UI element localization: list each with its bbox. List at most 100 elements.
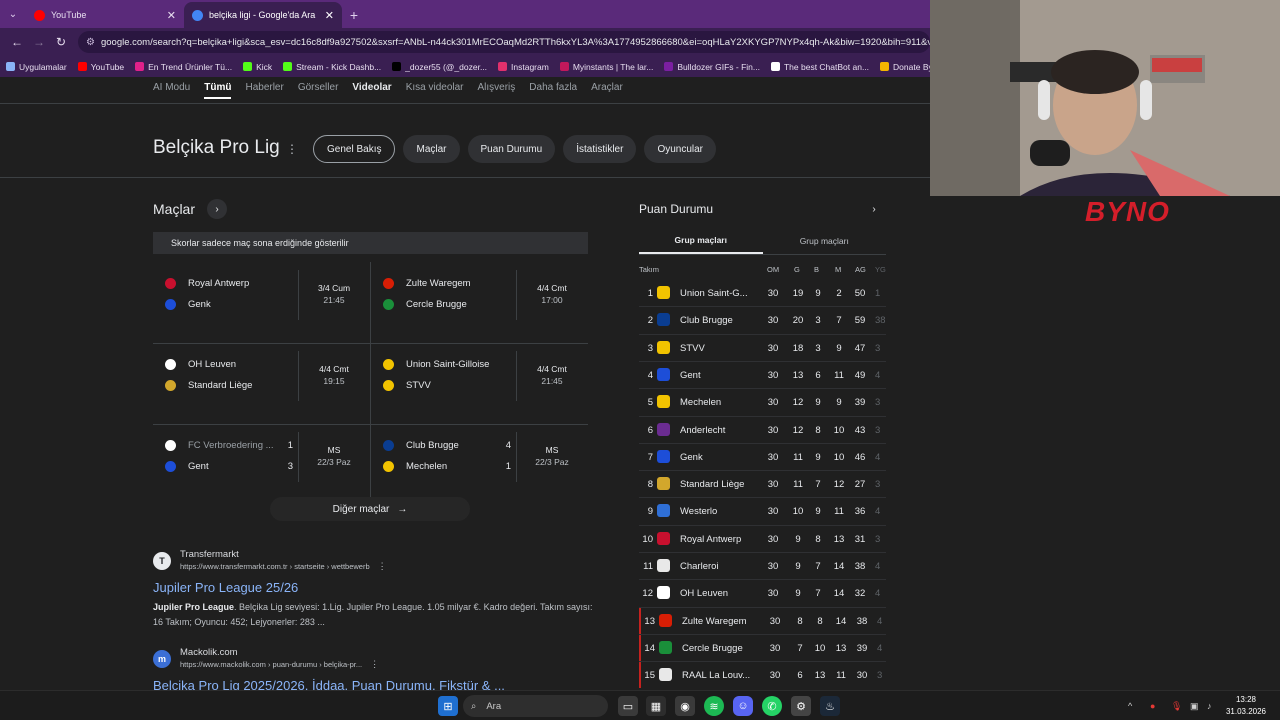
match-card[interactable]: Zulte Waregem Cercle Brugge 4/4 Cmt 17:00 bbox=[371, 262, 588, 343]
windows-start-icon[interactable]: ⊞ bbox=[438, 696, 458, 716]
stat-m: 11 bbox=[836, 670, 846, 682]
standings-row[interactable]: 2 Club Brugge 30 20 3 7 59 38 bbox=[639, 306, 886, 333]
back-icon[interactable]: ← bbox=[6, 31, 28, 53]
search-nav-item[interactable]: Daha fazla bbox=[529, 82, 577, 99]
standings-row[interactable]: 3 STVV 30 18 3 9 47 3 bbox=[639, 334, 886, 361]
search-nav-item[interactable]: Tümü bbox=[204, 82, 232, 99]
standings-row[interactable]: 7 Genk 30 11 9 10 46 4 bbox=[639, 443, 886, 470]
bookmark-item[interactable]: En Trend Ürünler Tü... bbox=[135, 62, 232, 72]
chevron-up-icon[interactable]: ^ bbox=[1128, 701, 1132, 711]
result-site[interactable]: T Transfermarkt https://www.transfermark… bbox=[153, 549, 593, 572]
settings-icon[interactable]: ⚙ bbox=[791, 696, 811, 716]
antivirus-icon[interactable]: ● bbox=[1150, 701, 1155, 711]
bookmark-item[interactable]: _dozer55 (@_dozer... bbox=[392, 62, 487, 72]
search-nav-item[interactable]: Alışveriş bbox=[478, 82, 516, 99]
close-icon[interactable]: ✕ bbox=[325, 9, 334, 22]
standings-row[interactable]: 13 Zulte Waregem 30 8 8 14 38 4 bbox=[639, 606, 886, 634]
match-time: MS 22/3 Paz bbox=[517, 444, 587, 468]
match-date: 4/4 Cmt bbox=[319, 364, 349, 374]
tab-group-matches[interactable]: Grup maçları bbox=[639, 227, 763, 254]
stat-m: 9 bbox=[836, 342, 842, 354]
network-icon[interactable]: ▣ bbox=[1190, 701, 1199, 712]
tab-youtube[interactable]: YouTube ✕ bbox=[26, 2, 184, 28]
result-title-link[interactable]: Jupiler Pro League 25/26 bbox=[153, 580, 593, 595]
site-info-icon[interactable]: ⚙ bbox=[86, 37, 95, 48]
store-icon[interactable]: ▦ bbox=[646, 696, 666, 716]
bookmark-item[interactable]: Kick bbox=[243, 62, 272, 72]
result-title-link[interactable]: Belçika Pro Lig 2025/2026, İddaa, Puan D… bbox=[153, 678, 593, 690]
steam-icon[interactable]: ♨ bbox=[820, 696, 840, 716]
search-nav-item[interactable]: Kısa videolar bbox=[406, 82, 464, 99]
match-card[interactable]: OH Leuven Standard Liège 4/4 Cmt 19:15 bbox=[153, 343, 370, 424]
stat-g: 19 bbox=[792, 288, 804, 299]
whatsapp-icon[interactable]: ✆ bbox=[762, 696, 782, 716]
more-vert-icon[interactable]: ⋮ bbox=[286, 142, 298, 156]
search-nav-item[interactable]: Haberler bbox=[245, 82, 283, 99]
match-card[interactable]: Club Brugge 4 Mechelen 1 MS 22/3 Paz bbox=[371, 424, 588, 505]
tab-search-icon[interactable]: ⌄ bbox=[0, 0, 26, 28]
clock[interactable]: 13:28 31.03.2026 bbox=[1220, 694, 1272, 718]
standings-row[interactable]: 1 Union Saint-G... 30 19 9 2 50 1 bbox=[639, 279, 886, 306]
bookmark-item[interactable]: YouTube bbox=[77, 62, 124, 72]
search-nav-item[interactable]: Videolar bbox=[352, 82, 391, 99]
standings-row[interactable]: 15 RAAL La Louv... 30 6 13 11 30 3 bbox=[639, 661, 886, 689]
kp-chip[interactable]: Puan Durumu bbox=[467, 135, 556, 163]
bookmark-favicon-icon bbox=[392, 62, 402, 71]
close-icon[interactable]: ✕ bbox=[167, 9, 176, 22]
bookmark-item[interactable]: Instagram bbox=[498, 62, 549, 72]
bookmark-item[interactable]: Donate ByNoGam... bbox=[880, 62, 930, 72]
standings-row[interactable]: 4 Gent 30 13 6 11 49 4 bbox=[639, 361, 886, 388]
result-site[interactable]: m Mackolik.com https://www.mackolik.com … bbox=[153, 647, 593, 670]
match-time: 4/4 Cmt 17:00 bbox=[517, 282, 587, 306]
new-tab-icon[interactable]: + bbox=[342, 2, 366, 28]
standings-col-header: G bbox=[794, 265, 800, 274]
chevron-right-icon[interactable]: › bbox=[864, 199, 884, 219]
discord-icon[interactable]: ☺ bbox=[733, 696, 753, 716]
url-input[interactable]: ⚙ google.com/search?q=belçika+ligi&sca_e… bbox=[78, 31, 930, 53]
team-name: Standard Liège bbox=[188, 380, 253, 391]
match-card[interactable]: FC Verbroedering ... 1 Gent 3 MS 22/3 Paz bbox=[153, 424, 370, 505]
bookmark-item[interactable]: Stream - Kick Dashb... bbox=[283, 62, 381, 72]
standings-row[interactable]: 14 Cercle Brugge 30 7 10 13 39 4 bbox=[639, 633, 886, 661]
forward-icon[interactable]: → bbox=[28, 31, 50, 53]
bookmark-item[interactable]: Bulldozer GIFs - Fin... bbox=[664, 62, 760, 72]
standings-row[interactable]: 11 Charleroi 30 9 7 14 38 4 bbox=[639, 552, 886, 579]
taskbar-search[interactable]: ⌕ Ara bbox=[463, 695, 608, 717]
team-crest-icon bbox=[657, 286, 670, 299]
standings-row[interactable]: 6 Anderlecht 30 12 8 10 43 3 bbox=[639, 416, 886, 443]
bookmark-item[interactable]: Myinstants | The lar... bbox=[559, 62, 653, 72]
task-view-icon[interactable]: ▭ bbox=[618, 696, 638, 716]
reload-icon[interactable]: ↻ bbox=[50, 31, 72, 53]
microphone-icon[interactable]: 🎙 bbox=[1171, 701, 1182, 712]
search-nav-item[interactable]: AI Modu bbox=[153, 82, 190, 99]
kp-chip[interactable]: İstatistikler bbox=[563, 135, 637, 163]
tab-group-matches-2[interactable]: Grup maçları bbox=[763, 227, 887, 254]
spotify-icon[interactable]: ≋ bbox=[704, 696, 724, 716]
kp-chip[interactable]: Oyuncular bbox=[644, 135, 717, 163]
more-matches-button[interactable]: Diğer maçlar → bbox=[270, 497, 470, 521]
standings-row[interactable]: 5 Mechelen 30 12 9 9 39 3 bbox=[639, 388, 886, 415]
tab-google-search[interactable]: belçika ligi - Google'da Ara ✕ bbox=[184, 2, 342, 28]
search-nav-item[interactable]: Görseller bbox=[298, 82, 339, 99]
bookmark-item[interactable]: Uygulamalar bbox=[6, 62, 67, 72]
standings-row[interactable]: 10 Royal Antwerp 30 9 8 13 31 3 bbox=[639, 525, 886, 552]
stat-ag: 30 bbox=[856, 670, 868, 682]
chrome-icon[interactable]: ◉ bbox=[675, 696, 695, 716]
standings-row[interactable]: 12 OH Leuven 30 9 7 14 32 4 bbox=[639, 579, 886, 606]
kp-chip[interactable]: Maçlar bbox=[403, 135, 460, 163]
stat-ag: 46 bbox=[854, 451, 866, 463]
kp-chip[interactable]: Genel Bakış bbox=[313, 135, 396, 163]
match-card[interactable]: Royal Antwerp Genk 3/4 Cum 21:45 bbox=[153, 262, 370, 343]
more-vert-icon[interactable]: ⋮ bbox=[370, 659, 379, 669]
bookmark-item[interactable]: The best ChatBot an... bbox=[770, 62, 869, 72]
match-card[interactable]: Union Saint-Gilloise STVV 4/4 Cmt 21:45 bbox=[371, 343, 588, 424]
match-hour: 21:45 bbox=[541, 376, 563, 386]
speaker-icon[interactable]: ♪ bbox=[1207, 701, 1212, 711]
team-crest-icon bbox=[165, 380, 176, 391]
team-score: 1 bbox=[505, 461, 511, 472]
standings-row[interactable]: 8 Standard Liège 30 11 7 12 27 3 bbox=[639, 470, 886, 497]
search-nav-item[interactable]: Araçlar bbox=[591, 82, 623, 99]
chevron-right-icon[interactable]: › bbox=[207, 199, 227, 219]
standings-row[interactable]: 9 Westerlo 30 10 9 11 36 4 bbox=[639, 497, 886, 524]
more-vert-icon[interactable]: ⋮ bbox=[378, 561, 387, 571]
